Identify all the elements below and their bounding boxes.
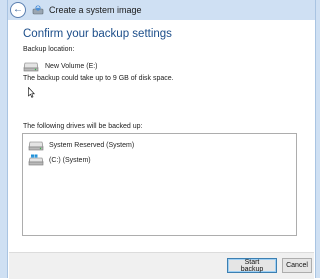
title-bar: ← Create a system image bbox=[8, 0, 315, 20]
backup-location-name: New Volume (E:) bbox=[45, 62, 98, 70]
drives-list: System Reserved (System) (C:) (System) bbox=[22, 133, 297, 236]
backup-location: New Volume (E:) bbox=[23, 60, 98, 72]
start-backup-button[interactable]: Start backup bbox=[227, 258, 277, 273]
content-area: Confirm your backup settings Backup loca… bbox=[9, 20, 314, 252]
windows-drive-icon bbox=[28, 154, 44, 166]
cancel-button[interactable]: Cancel bbox=[282, 258, 312, 273]
drive-name: System Reserved (System) bbox=[49, 141, 135, 149]
backup-icon bbox=[32, 5, 44, 15]
hard-drive-icon bbox=[23, 62, 39, 72]
hard-drive-icon bbox=[28, 141, 44, 151]
back-button[interactable]: ← bbox=[10, 2, 26, 18]
list-item: (C:) (System) bbox=[28, 154, 91, 166]
window-title: Create a system image bbox=[49, 5, 142, 15]
mouse-cursor-icon bbox=[28, 87, 35, 98]
backup-location-label: Backup location: bbox=[23, 46, 75, 53]
page-title: Confirm your backup settings bbox=[23, 28, 172, 40]
window-frame-left bbox=[0, 0, 8, 278]
disk-space-note: The backup could take up to 9 GB of disk… bbox=[23, 75, 174, 82]
window-frame-right bbox=[315, 0, 320, 278]
drives-label: The following drives will be backed up: bbox=[23, 123, 143, 130]
drive-name: (C:) (System) bbox=[49, 156, 91, 164]
dialog-footer: Start backup Cancel bbox=[9, 252, 314, 279]
list-item: System Reserved (System) bbox=[28, 139, 134, 151]
back-arrow-icon: ← bbox=[13, 4, 23, 15]
